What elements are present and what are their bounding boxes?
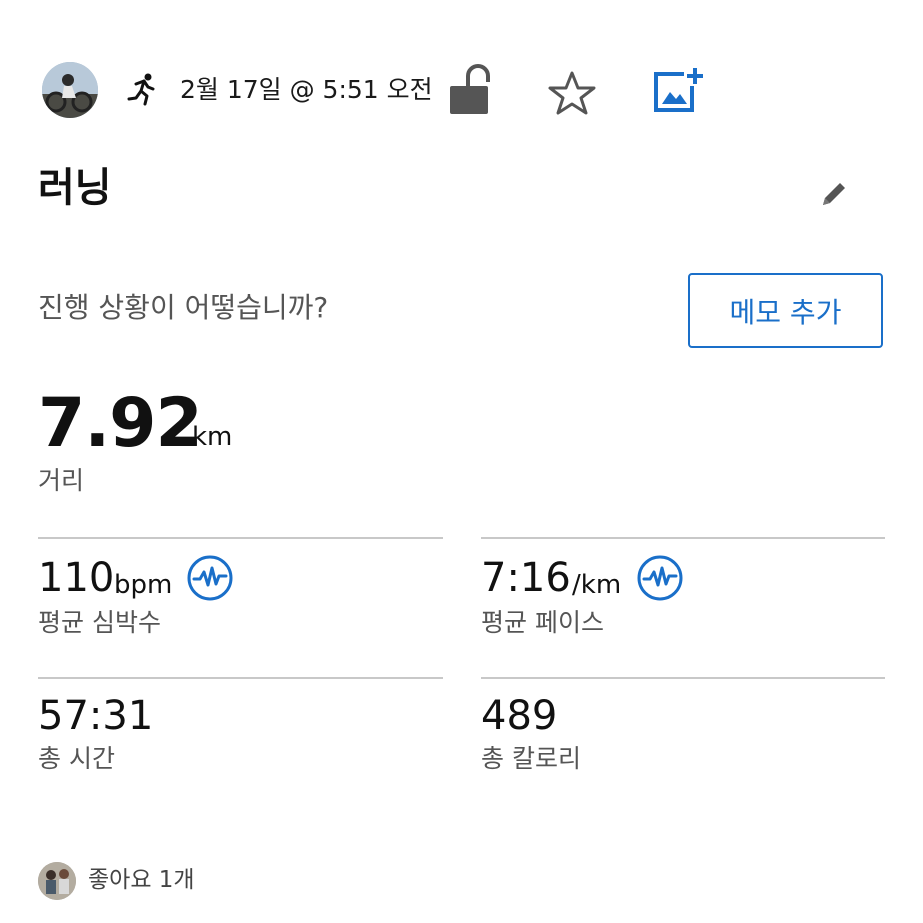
pencil-edit-icon[interactable] <box>818 178 850 210</box>
running-person-icon <box>126 72 160 106</box>
avg-heart-rate-unit: bpm <box>114 570 173 600</box>
avg-pace-value: 7:16 <box>481 555 571 601</box>
total-calories-label: 총 칼로리 <box>481 744 581 773</box>
heart-rate-wave-icon[interactable] <box>636 554 684 602</box>
heart-rate-wave-icon[interactable] <box>186 554 234 602</box>
distance-unit: km <box>192 422 233 452</box>
divider <box>481 677 885 679</box>
user-avatar[interactable] <box>42 62 98 118</box>
liker-avatar[interactable] <box>38 862 76 900</box>
likes-count[interactable]: 좋아요 1개 <box>88 864 195 896</box>
distance-value: 7.92 <box>38 384 203 463</box>
avg-heart-rate-label: 평균 심박수 <box>38 608 161 637</box>
total-time-label: 총 시간 <box>38 744 115 773</box>
activity-date: 2월 17일 @ 5:51 오전 <box>180 75 433 104</box>
avg-pace-label: 평균 페이스 <box>481 608 604 637</box>
add-photo-icon[interactable] <box>652 66 704 114</box>
add-memo-button[interactable]: 메모 추가 <box>688 273 883 348</box>
avg-pace-unit: /km <box>572 570 622 600</box>
star-outline-icon[interactable] <box>548 70 596 116</box>
activity-title: 러닝 <box>38 165 112 211</box>
divider <box>38 677 443 679</box>
divider <box>481 537 885 539</box>
divider <box>38 537 443 539</box>
distance-label: 거리 <box>38 466 85 495</box>
avg-heart-rate-value: 110 <box>38 555 115 601</box>
total-time-value: 57:31 <box>38 693 154 739</box>
progress-prompt: 진행 상황이 어떻습니까? <box>38 291 329 324</box>
unlocked-padlock-icon[interactable] <box>448 64 490 116</box>
total-calories-value: 489 <box>481 693 558 739</box>
